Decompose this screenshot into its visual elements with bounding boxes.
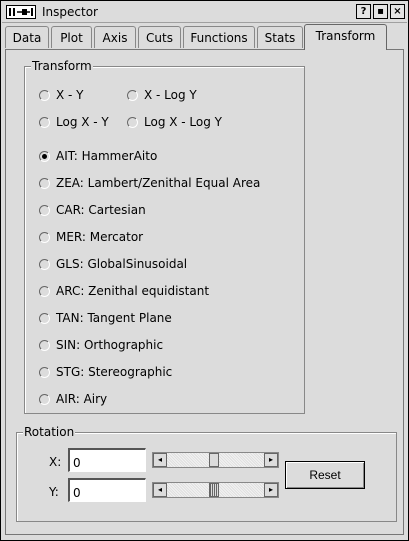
- radio-label: X - Log Y: [144, 88, 197, 102]
- radio-label: CAR: Cartesian: [56, 203, 146, 217]
- inspector-window: Inspector ? ▪ × Data Plot Axis Cuts Func…: [0, 0, 409, 541]
- radio-label: MER: Mercator: [56, 230, 144, 244]
- tab-stats[interactable]: Stats: [257, 26, 303, 48]
- radio-gls[interactable]: GLS: GlobalSinusoidal: [39, 257, 187, 271]
- radio-label: GLS: GlobalSinusoidal: [56, 257, 188, 271]
- transform-group: Transform X - Y X - Log Y Log X - Y Log …: [24, 59, 305, 414]
- transform-legend: Transform: [31, 59, 93, 73]
- radio-indicator[interactable]: [39, 150, 50, 162]
- rotation-group: Rotation X: ◂ ▸ Y: ◂ ▸ Reset: [16, 425, 397, 522]
- reset-button[interactable]: Reset: [285, 461, 365, 489]
- rotation-x-slider[interactable]: ◂ ▸: [152, 452, 279, 468]
- maximize-button[interactable]: ▪: [373, 4, 388, 19]
- tab-plot[interactable]: Plot: [51, 26, 92, 48]
- tab-cuts[interactable]: Cuts: [138, 26, 181, 48]
- radio-label: Log X - Log Y: [144, 115, 223, 129]
- radio-indicator[interactable]: [39, 231, 50, 243]
- radio-indicator[interactable]: [39, 116, 50, 128]
- radio-mer[interactable]: MER: Mercator: [39, 230, 143, 244]
- tab-transform[interactable]: Transform: [304, 24, 387, 50]
- radio-indicator[interactable]: [39, 258, 50, 270]
- radio-indicator[interactable]: [39, 204, 50, 216]
- radio-label: TAN: Tangent Plane: [56, 311, 172, 325]
- radio-log-x-log-y[interactable]: Log X - Log Y: [127, 115, 222, 129]
- radio-zea[interactable]: ZEA: Lambert/Zenithal Equal Area: [39, 176, 260, 190]
- tab-functions[interactable]: Functions: [183, 26, 255, 48]
- scroll-right-icon[interactable]: ▸: [264, 483, 278, 497]
- app-icon: [6, 5, 36, 19]
- y-label: Y:: [49, 485, 59, 499]
- radio-air[interactable]: AIR: Airy: [39, 392, 107, 406]
- radio-label: AIR: Airy: [56, 392, 108, 406]
- radio-indicator[interactable]: [39, 312, 50, 324]
- radio-sin[interactable]: SIN: Orthographic: [39, 338, 163, 352]
- rotation-x-slider-thumb[interactable]: [209, 453, 219, 467]
- radio-label: Log X - Y: [56, 115, 109, 129]
- radio-indicator[interactable]: [127, 89, 138, 101]
- radio-x-y[interactable]: X - Y: [39, 88, 84, 102]
- radio-label: AIT: HammerAito: [56, 149, 158, 163]
- radio-arc[interactable]: ARC: Zenithal equidistant: [39, 284, 209, 298]
- rotation-y-input[interactable]: [68, 478, 146, 502]
- window-title: Inspector: [42, 5, 98, 19]
- radio-car[interactable]: CAR: Cartesian: [39, 203, 146, 217]
- radio-indicator[interactable]: [39, 339, 50, 351]
- radio-label: X - Y: [56, 88, 84, 102]
- radio-indicator[interactable]: [39, 393, 50, 405]
- radio-indicator[interactable]: [39, 177, 50, 189]
- radio-stg[interactable]: STG: Stereographic: [39, 365, 172, 379]
- transform-tab-panel: Transform X - Y X - Log Y Log X - Y Log …: [5, 49, 404, 535]
- radio-indicator[interactable]: [127, 116, 138, 128]
- title-bar[interactable]: Inspector ? ▪ ×: [2, 2, 407, 23]
- rotation-y-slider-thumb[interactable]: [209, 483, 219, 497]
- help-button[interactable]: ?: [356, 4, 371, 19]
- tab-axis[interactable]: Axis: [94, 26, 136, 48]
- radio-indicator[interactable]: [39, 285, 50, 297]
- scroll-right-icon[interactable]: ▸: [264, 453, 278, 467]
- radio-x-log-y[interactable]: X - Log Y: [127, 88, 197, 102]
- radio-indicator[interactable]: [39, 366, 50, 378]
- radio-tan[interactable]: TAN: Tangent Plane: [39, 311, 172, 325]
- scroll-left-icon[interactable]: ◂: [153, 453, 167, 467]
- tab-data[interactable]: Data: [5, 26, 49, 48]
- rotation-legend: Rotation: [23, 425, 76, 439]
- close-button[interactable]: ×: [390, 4, 405, 19]
- x-label: X:: [49, 455, 62, 469]
- radio-label: STG: Stereographic: [56, 365, 173, 379]
- radio-ait[interactable]: AIT: HammerAito: [39, 149, 157, 163]
- radio-label: SIN: Orthographic: [56, 338, 164, 352]
- scroll-left-icon[interactable]: ◂: [153, 483, 167, 497]
- radio-label: ZEA: Lambert/Zenithal Equal Area: [56, 176, 261, 190]
- radio-log-x-y[interactable]: Log X - Y: [39, 115, 109, 129]
- radio-label: ARC: Zenithal equidistant: [56, 284, 210, 298]
- rotation-x-input[interactable]: [68, 448, 146, 472]
- radio-indicator[interactable]: [39, 89, 50, 101]
- rotation-y-slider[interactable]: ◂ ▸: [152, 482, 279, 498]
